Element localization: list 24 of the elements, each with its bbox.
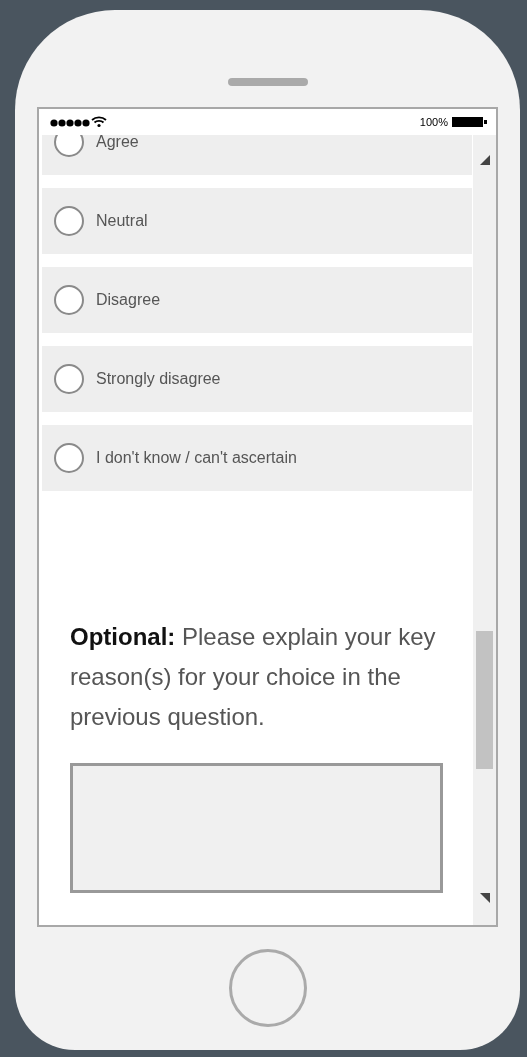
scroll-thumb[interactable] [476, 631, 494, 769]
radio-button[interactable] [54, 135, 84, 157]
answer-option[interactable]: I don't know / can't ascertain [42, 425, 472, 491]
option-label: I don't know / can't ascertain [96, 448, 297, 468]
option-label: Strongly disagree [96, 369, 221, 389]
scroll-down-icon[interactable] [479, 893, 490, 903]
option-label: Disagree [96, 290, 161, 310]
radio-button[interactable] [54, 285, 84, 315]
scroll-up-icon[interactable] [479, 155, 490, 165]
scrollbar[interactable] [473, 135, 496, 925]
option-label: Agree [96, 135, 139, 152]
battery-icon [452, 117, 488, 127]
answer-option[interactable]: Agree [42, 135, 472, 175]
option-label: Neutral [96, 211, 148, 231]
signal-wifi-icon [49, 116, 107, 128]
radio-button[interactable] [54, 443, 84, 473]
answer-option[interactable]: Strongly disagree [42, 346, 472, 412]
answer-box[interactable] [70, 763, 443, 893]
battery-percentage: 100% [419, 114, 448, 130]
answer-option[interactable]: Disagree [42, 267, 472, 333]
question-text: Optional: Please explain your key reason(s) for your choice in the previous question. [70, 622, 437, 732]
answer-option[interactable]: Neutral [42, 188, 472, 254]
radio-button[interactable] [54, 364, 84, 394]
radio-button[interactable] [54, 206, 84, 236]
